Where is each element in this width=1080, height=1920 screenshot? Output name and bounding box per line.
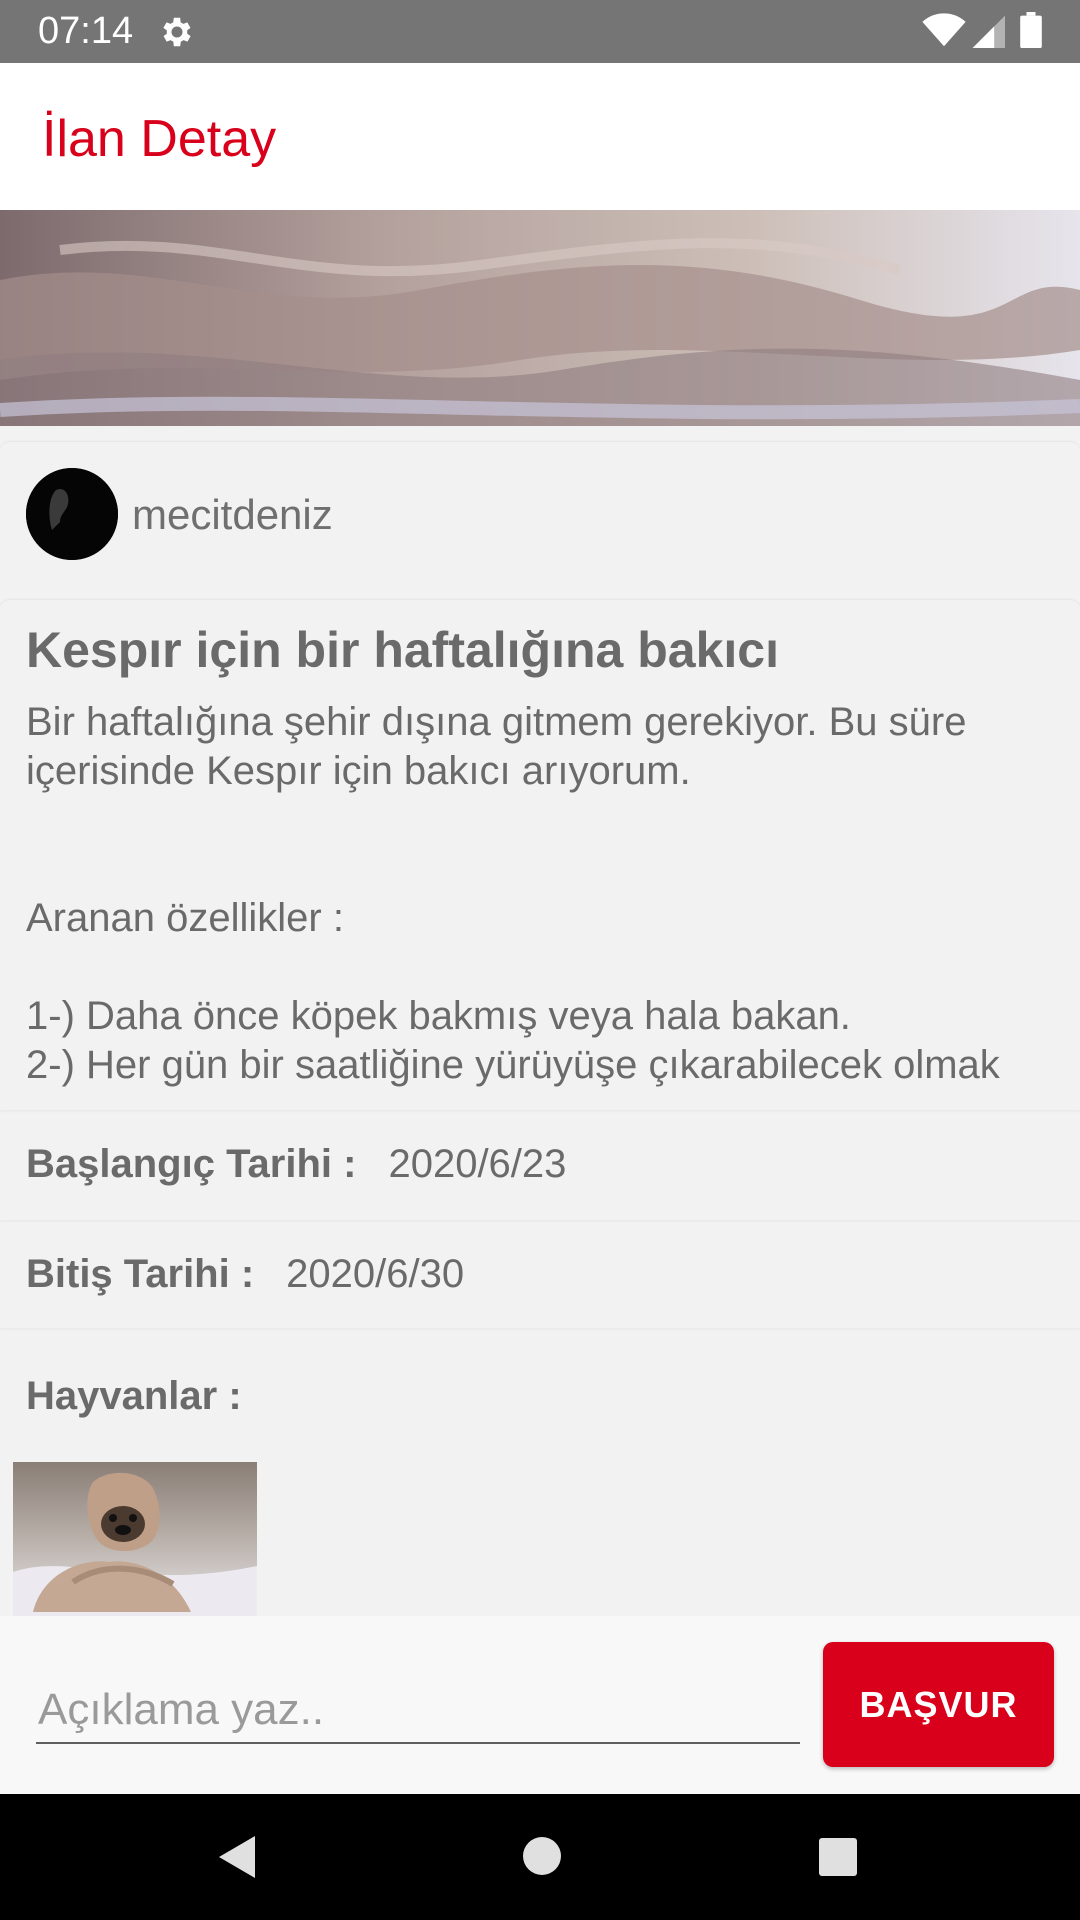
start-date-value: 2020/6/23 [388, 1142, 567, 1186]
apply-bar: BAŞVUR [0, 1616, 1080, 1794]
post-title: Kespır için bir haftalığına bakıcı [26, 622, 779, 678]
avatar[interactable] [26, 468, 118, 560]
detail-scroll[interactable]: mecitdeniz Kespır için bir haftalığına b… [0, 210, 1080, 1616]
end-date-label: Bitiş Tarihi : [26, 1252, 255, 1296]
cover-image [0, 210, 1080, 426]
home-icon[interactable] [522, 1836, 562, 1876]
battery-icon [1020, 12, 1042, 48]
status-time: 07:14 [38, 10, 134, 52]
animal-thumbnail[interactable] [13, 1462, 257, 1616]
status-bar: 07:14 [0, 0, 1080, 63]
app-bar: İlan Detay [0, 63, 1080, 210]
back-icon[interactable] [215, 1834, 259, 1880]
gear-icon [163, 17, 191, 47]
start-date-row: Başlangıç Tarihi : 2020/6/23 [26, 1140, 566, 1188]
divider [0, 1328, 1080, 1332]
divider [0, 1110, 1080, 1114]
recents-icon[interactable] [818, 1837, 858, 1877]
end-date-row: Bitiş Tarihi : 2020/6/30 [26, 1250, 464, 1298]
post-description: Bir haftalığına şehir dışına gitmem gere… [26, 700, 1000, 1087]
start-date-label: Başlangıç Tarihi : [26, 1142, 357, 1186]
apply-button[interactable]: BAŞVUR [823, 1642, 1054, 1767]
end-date-value: 2020/6/30 [286, 1252, 465, 1296]
animals-label: Hayvanlar : [26, 1374, 242, 1418]
signal-icon [972, 15, 1005, 48]
divider [0, 1220, 1080, 1224]
user-card[interactable]: mecitdeniz [0, 442, 1080, 584]
username: mecitdeniz [132, 491, 333, 538]
system-nav-bar [0, 1794, 1080, 1920]
description-input[interactable] [36, 1682, 800, 1744]
wifi-icon [922, 13, 966, 47]
page-title: İlan Detay [42, 110, 277, 168]
